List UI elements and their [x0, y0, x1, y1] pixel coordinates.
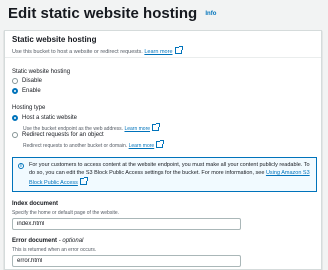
learn-more-link-redirect[interactable]: Learn more: [129, 143, 155, 149]
card-description-text: Use this bucket to host a website or red…: [12, 49, 143, 55]
card-title: Static website hosting: [12, 35, 97, 44]
alert-text: For your customers to access content at …: [29, 161, 314, 187]
error-document-label: Error document - optional: [12, 238, 83, 244]
radio-enable[interactable]: Enable: [12, 88, 41, 94]
page-title-text: Edit static website hosting: [8, 5, 198, 22]
learn-more-link-host[interactable]: Learn more: [124, 126, 150, 132]
radio-redirect-label: Redirect requests for an object: [22, 132, 104, 138]
radio-redirect-circle[interactable]: [12, 132, 18, 138]
radio-enable-label: Enable: [22, 88, 41, 94]
info-link[interactable]: Info: [205, 11, 216, 17]
radio-host-static-desc: Use the bucket endpoint as the web addre…: [23, 123, 161, 132]
radio-disable-circle[interactable]: [12, 78, 18, 84]
card-description: Use this bucket to host a website or red…: [12, 46, 183, 55]
external-link-icon: [156, 140, 165, 148]
external-link-icon: [79, 177, 88, 185]
info-icon: i: [18, 163, 24, 169]
hosting-type-label: Hosting type: [12, 105, 46, 111]
info-alert: i For your customers to access content a…: [12, 157, 317, 192]
optional-tag: - optional: [58, 238, 84, 244]
index-document-desc: Specify the home or default page of the …: [12, 210, 120, 216]
radio-redirect-desc-text: Redirect requests to another bucket or d…: [23, 143, 128, 149]
card-header: Static website hosting Use this bucket t…: [5, 31, 321, 58]
page-title: Edit static website hosting Info: [8, 5, 216, 22]
static-hosting-card: Static website hosting Use this bucket t…: [4, 30, 322, 270]
index-document-input[interactable]: [12, 218, 241, 230]
error-document-desc: This is returned when an error occurs.: [12, 247, 97, 253]
error-document-label-text: Error document: [12, 238, 58, 244]
radio-disable-label: Disable: [22, 78, 43, 84]
radio-enable-circle[interactable]: [12, 88, 18, 94]
radio-host-static-circle[interactable]: [12, 115, 18, 121]
error-document-input[interactable]: [12, 255, 241, 267]
radio-redirect[interactable]: Redirect requests for an object: [12, 132, 104, 138]
radio-host-static[interactable]: Host a static website: [12, 115, 77, 121]
hosting-label: Static website hosting: [12, 69, 71, 75]
radio-redirect-desc: Redirect requests to another bucket or d…: [23, 140, 165, 149]
radio-host-static-label: Host a static website: [22, 115, 78, 121]
index-document-label: Index document: [12, 201, 59, 207]
external-link-icon: [152, 123, 161, 131]
learn-more-link[interactable]: Learn more: [144, 49, 172, 55]
external-link-icon: [174, 46, 183, 54]
radio-disable[interactable]: Disable: [12, 78, 42, 84]
